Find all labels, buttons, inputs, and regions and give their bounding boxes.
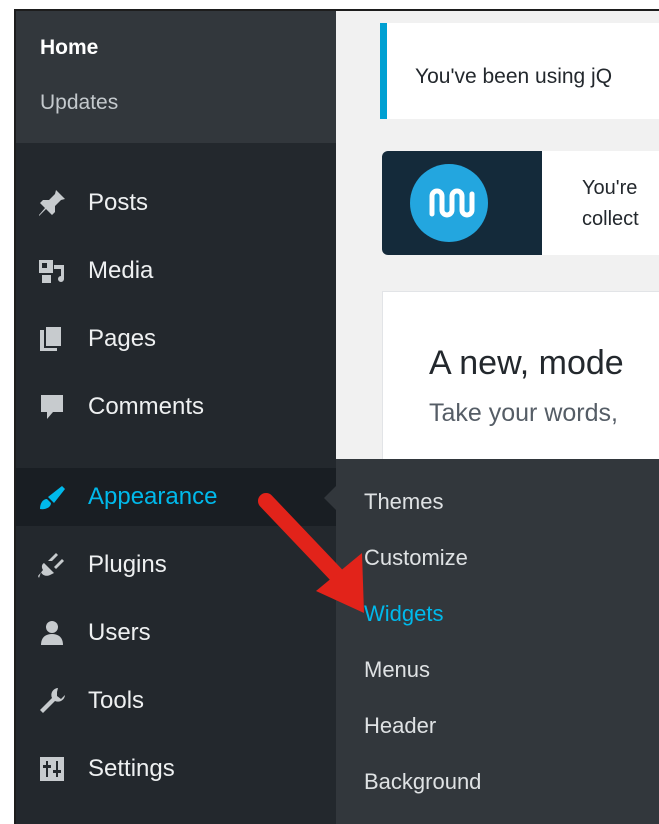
sidebar-item-label: Tools — [88, 687, 145, 714]
media-icon — [36, 255, 68, 287]
sidebar-item-label: Settings — [88, 755, 175, 782]
flyout-item-menus[interactable]: Menus — [364, 657, 430, 683]
sidebar-item-label: Comments — [88, 393, 205, 420]
sidebar-item-label: Users — [88, 619, 151, 646]
comment-icon — [36, 391, 68, 423]
welcome-subheading: Take your words, — [429, 399, 618, 427]
paintbrush-icon — [36, 481, 68, 513]
plugin-icon — [36, 549, 68, 581]
pages-icon — [36, 323, 68, 355]
promo-line-2: collect — [582, 208, 639, 230]
pushpin-icon — [36, 187, 68, 219]
sidebar-item-pages[interactable]: Pages — [16, 310, 336, 368]
submenu-item-updates[interactable]: Updates — [40, 91, 118, 115]
dashboard-submenu: Home Updates — [16, 11, 336, 143]
admin-notice: You've been using jQ — [380, 23, 659, 119]
sidebar-item-settings[interactable]: Settings — [16, 740, 336, 798]
submenu-item-home[interactable]: Home — [40, 36, 98, 60]
settings-icon — [36, 753, 68, 785]
promo-line-1: You're — [582, 177, 638, 199]
sidebar-item-label: Media — [88, 257, 154, 284]
admin-sidebar: Home Updates Posts Media Pages Comments … — [16, 11, 336, 824]
promo-banner: You're collect — [382, 151, 659, 255]
sidebar-item-posts[interactable]: Posts — [16, 174, 336, 232]
sidebar-item-media[interactable]: Media — [16, 242, 336, 300]
wrench-icon — [36, 685, 68, 717]
promo-logo-panel — [382, 151, 542, 255]
sidebar-item-comments[interactable]: Comments — [16, 378, 336, 436]
sidebar-item-label: Appearance — [88, 483, 218, 510]
flyout-item-header[interactable]: Header — [364, 713, 436, 739]
sidebar-item-label: Posts — [88, 189, 149, 216]
flyout-item-background[interactable]: Background — [364, 769, 481, 795]
sidebar-item-tools[interactable]: Tools — [16, 672, 336, 730]
user-icon — [36, 617, 68, 649]
sidebar-item-label: Pages — [88, 325, 157, 352]
sidebar-item-label: Plugins — [88, 551, 167, 578]
annotation-arrow-icon — [258, 493, 364, 613]
welcome-heading: A new, mode — [429, 344, 624, 382]
screenshot-frame: You've been using jQ You're collect A ne… — [14, 9, 659, 824]
notice-text: You've been using jQ — [415, 65, 613, 88]
promo-logo-icon — [410, 164, 488, 242]
